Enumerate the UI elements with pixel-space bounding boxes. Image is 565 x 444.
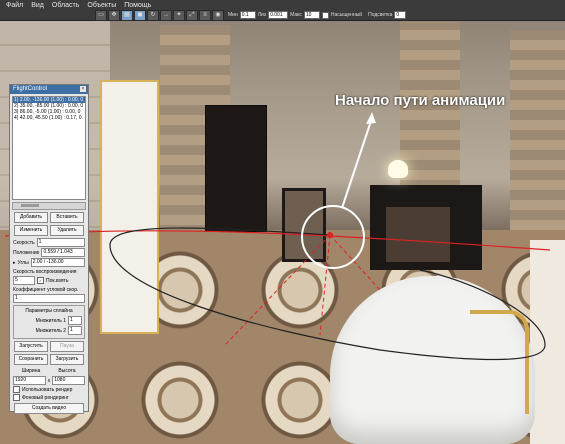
panel-titlebar[interactable]: FlightControl ×	[10, 85, 88, 94]
position-label: Положение	[13, 249, 40, 256]
flight-control-panel: FlightControl × 1) 2.00, -136.00 (1.00) …	[9, 84, 89, 414]
menu-area[interactable]: Область	[48, 1, 83, 11]
spline-params-group: Параметры сплайна Множитель 1 1 Множител…	[13, 305, 85, 339]
arrow-tool-icon[interactable]: →	[160, 10, 172, 21]
save-button[interactable]: Сохранить	[14, 354, 48, 365]
annotation-arrow	[341, 117, 373, 209]
angular-coef-label: Коэффициент угловой скор.	[13, 287, 79, 293]
start-button[interactable]: Запустить	[14, 341, 48, 352]
spline-group-title: Параметры сплайна	[25, 308, 73, 314]
speed-label: Скорость	[13, 239, 35, 246]
angles-label: Углы	[17, 259, 29, 266]
select-tool-icon[interactable]: ▭	[95, 10, 107, 21]
red-guide-line	[329, 234, 381, 291]
toolbar-options: Мин 0.1 Лиз 0.001 Макс 10 Насыщенный Под…	[228, 11, 407, 19]
delete-button[interactable]: Удалить	[50, 225, 84, 236]
red-guide-line	[224, 234, 331, 346]
loop-checkbox[interactable]: ✓	[37, 277, 44, 284]
path-start-point[interactable]	[327, 232, 333, 238]
rotate-tool-icon[interactable]: ↻	[147, 10, 159, 21]
use-renderer-checkbox[interactable]	[13, 386, 20, 393]
list-tool-icon[interactable]: ≡	[199, 10, 211, 21]
playback-speed-input[interactable]: 5	[13, 276, 35, 285]
use-renderer-label: Использовать рендер	[22, 386, 73, 393]
grid-tool-icon[interactable]: ▦	[121, 10, 133, 21]
background-render-label: Фоновый рендеринг	[22, 394, 69, 401]
loop-label: Пок.взять	[46, 277, 69, 284]
width-label: Ширина	[21, 368, 41, 374]
angular-coef-input[interactable]: 1	[13, 294, 85, 303]
scroll-thumb[interactable]	[21, 204, 39, 207]
link-tool-icon[interactable]: ⤢	[186, 10, 198, 21]
move-tool-icon[interactable]: ✥	[108, 10, 120, 21]
panel-title: FlightControl	[13, 86, 48, 92]
step-field[interactable]: 0.001	[268, 11, 289, 19]
arrow-head-icon	[366, 112, 376, 124]
times-icon: x	[47, 377, 51, 384]
speed-input[interactable]: 1	[36, 238, 85, 247]
mult1-label: Множитель 1	[35, 317, 66, 324]
step-label: Лиз	[257, 12, 267, 18]
width-input[interactable]: 1920	[13, 376, 46, 385]
close-icon[interactable]: ×	[80, 86, 86, 92]
saturated-label: Насыщенный	[330, 12, 363, 18]
light-tool-icon[interactable]: ✦	[173, 10, 185, 21]
camera-path-spline	[109, 227, 546, 361]
menu-file[interactable]: Файл	[2, 1, 27, 11]
background-render-checkbox[interactable]	[13, 394, 20, 401]
create-video-button[interactable]: Создать видео	[14, 403, 84, 414]
top-toolbar: Файл Вид Область Объекты Помощь ▭ ✥ ▦ ◼ …	[0, 0, 565, 21]
position-input[interactable]: 0.559 / 1.043	[41, 248, 85, 257]
mult2-input[interactable]: 1	[68, 326, 82, 335]
max-label: Макс	[290, 12, 302, 18]
annotation-label: Начало пути анимации	[335, 92, 506, 109]
horizontal-scrollbar[interactable]	[12, 202, 86, 210]
mult1-input[interactable]: 1	[68, 316, 82, 325]
angles-input[interactable]: 2.00 / -136.00	[30, 258, 85, 267]
angles-arrow-icon: ▸	[13, 259, 16, 266]
max-field[interactable]: 10	[303, 11, 320, 19]
tool-buttons: ▭ ✥ ▦ ◼ ↻ → ✦ ⤢ ≡ ◉	[95, 10, 224, 21]
menu-view[interactable]: Вид	[27, 1, 48, 11]
camera-tool-icon[interactable]: ◼	[134, 10, 146, 21]
insert-button[interactable]: Вставить	[50, 212, 84, 223]
height-input[interactable]: 1080	[52, 376, 85, 385]
load-button[interactable]: Загрузить	[50, 354, 84, 365]
highlight-label: Подсветка	[368, 12, 393, 18]
edit-button[interactable]: Изменить	[14, 225, 48, 236]
min-field[interactable]: 0.1	[239, 11, 256, 19]
playback-speed-label: Скорость воспроизведения	[13, 269, 77, 275]
pause-button[interactable]: Пауза	[50, 341, 84, 352]
mult2-label: Множитель 2	[35, 327, 66, 334]
height-label: Высота	[58, 368, 76, 374]
keyframe-list[interactable]: 1) 2.00, -136.00 (1.00) : 0.00, 0 2) 35.…	[12, 96, 86, 200]
list-item[interactable]: 4) 42.00, 45.50 (1.00) : 0.17, 0.	[13, 115, 85, 121]
saturated-checkbox[interactable]	[321, 11, 329, 19]
min-label: Мин	[228, 12, 238, 18]
highlight-field[interactable]: 0	[394, 11, 407, 19]
eye-icon[interactable]: ◉	[212, 10, 224, 21]
red-guide-line	[319, 234, 331, 336]
add-button[interactable]: Добавить	[14, 212, 48, 223]
